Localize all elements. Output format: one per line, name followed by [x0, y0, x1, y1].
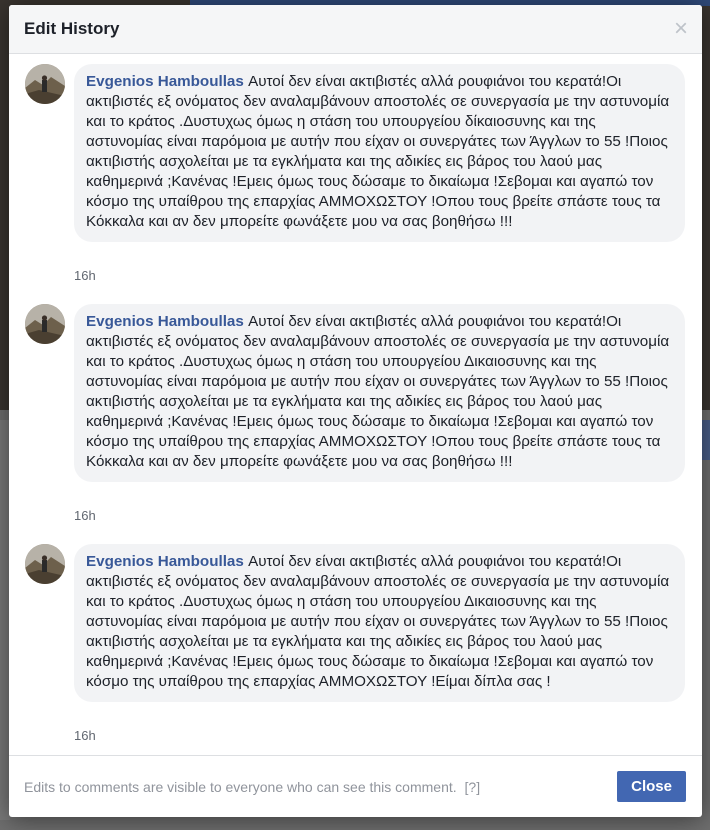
comment-timestamp[interactable]: 16h [74, 508, 96, 523]
comment-bubble: Evgenios Hamboullas Αυτοί δεν είναι ακτι… [74, 304, 685, 482]
comment-text: Αυτοί δεν είναι ακτιβιστές αλλά ρουφιάνο… [86, 553, 670, 690]
footer-note-text: Edits to comments are visible to everyon… [24, 778, 457, 795]
close-button[interactable]: Close [617, 771, 686, 802]
comment-text: Αυτοί δεν είναι ακτιβιστές αλλά ρουφιάνο… [86, 313, 670, 470]
dialog-footer: Edits to comments are visible to everyon… [9, 755, 702, 817]
comment-author-link[interactable]: Evgenios Hamboullas [86, 553, 244, 570]
dialog-title: Edit History [24, 19, 120, 38]
close-icon[interactable]: × [674, 17, 688, 41]
edit-history-dialog: Edit History × Evgenios Hamboullas Αυτοί… [9, 5, 702, 817]
help-link[interactable]: [?] [465, 779, 481, 795]
comment-author-link[interactable]: Evgenios Hamboullas [86, 73, 244, 90]
footer-note: Edits to comments are visible to everyon… [24, 779, 480, 795]
comment-timestamp[interactable]: 16h [74, 728, 96, 743]
comment-bubble: Evgenios Hamboullas Αυτοί δεν είναι ακτι… [74, 544, 685, 702]
avatar[interactable] [25, 304, 65, 344]
edit-history-list: Evgenios Hamboullas Αυτοί δεν είναι ακτι… [9, 54, 702, 754]
comment-text: Αυτοί δεν είναι ακτιβιστές αλλά ρουφιάνο… [86, 73, 670, 230]
dialog-header: Edit History × [9, 5, 702, 54]
background-right-button [702, 420, 710, 460]
avatar[interactable] [25, 64, 65, 104]
comment-bubble: Evgenios Hamboullas Αυτοί δεν είναι ακτι… [74, 64, 685, 242]
comment-author-link[interactable]: Evgenios Hamboullas [86, 313, 244, 330]
avatar[interactable] [25, 544, 65, 584]
comment-timestamp[interactable]: 16h [74, 268, 96, 283]
